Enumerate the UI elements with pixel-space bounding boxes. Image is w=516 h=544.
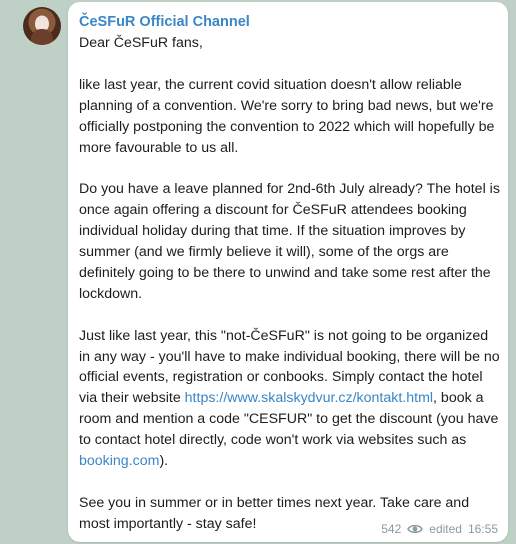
avatar-body bbox=[31, 29, 53, 45]
message-paragraph-1: like last year, the current covid situat… bbox=[79, 76, 495, 156]
message-meta: 542 edited 16:55 bbox=[381, 522, 498, 536]
channel-avatar[interactable] bbox=[23, 7, 61, 45]
booking-link[interactable]: booking.com bbox=[79, 453, 159, 469]
view-count: 542 bbox=[381, 522, 402, 536]
message-text: Dear ČeSFuR fans, like last year, the cu… bbox=[79, 33, 501, 535]
hotel-contact-link[interactable]: https://www.skalskydvur.cz/kontakt.html bbox=[185, 390, 433, 406]
message-time: 16:55 bbox=[467, 522, 498, 536]
paragraph-3-text-c: ). bbox=[159, 453, 169, 470]
message-greeting: Dear ČeSFuR fans, bbox=[79, 35, 203, 51]
eye-icon bbox=[407, 523, 424, 535]
edited-label: edited bbox=[429, 522, 462, 536]
channel-name[interactable]: ČeSFuR Official Channel bbox=[79, 13, 508, 31]
message-paragraph-3: Just like last year, this "not-ČeSFuR" i… bbox=[79, 326, 501, 472]
message-bubble: ČeSFuR Official Channel Dear ČeSFuR fans… bbox=[68, 2, 508, 542]
message-paragraph-2: Do you have a leave planned for 2nd-6th … bbox=[79, 181, 500, 302]
